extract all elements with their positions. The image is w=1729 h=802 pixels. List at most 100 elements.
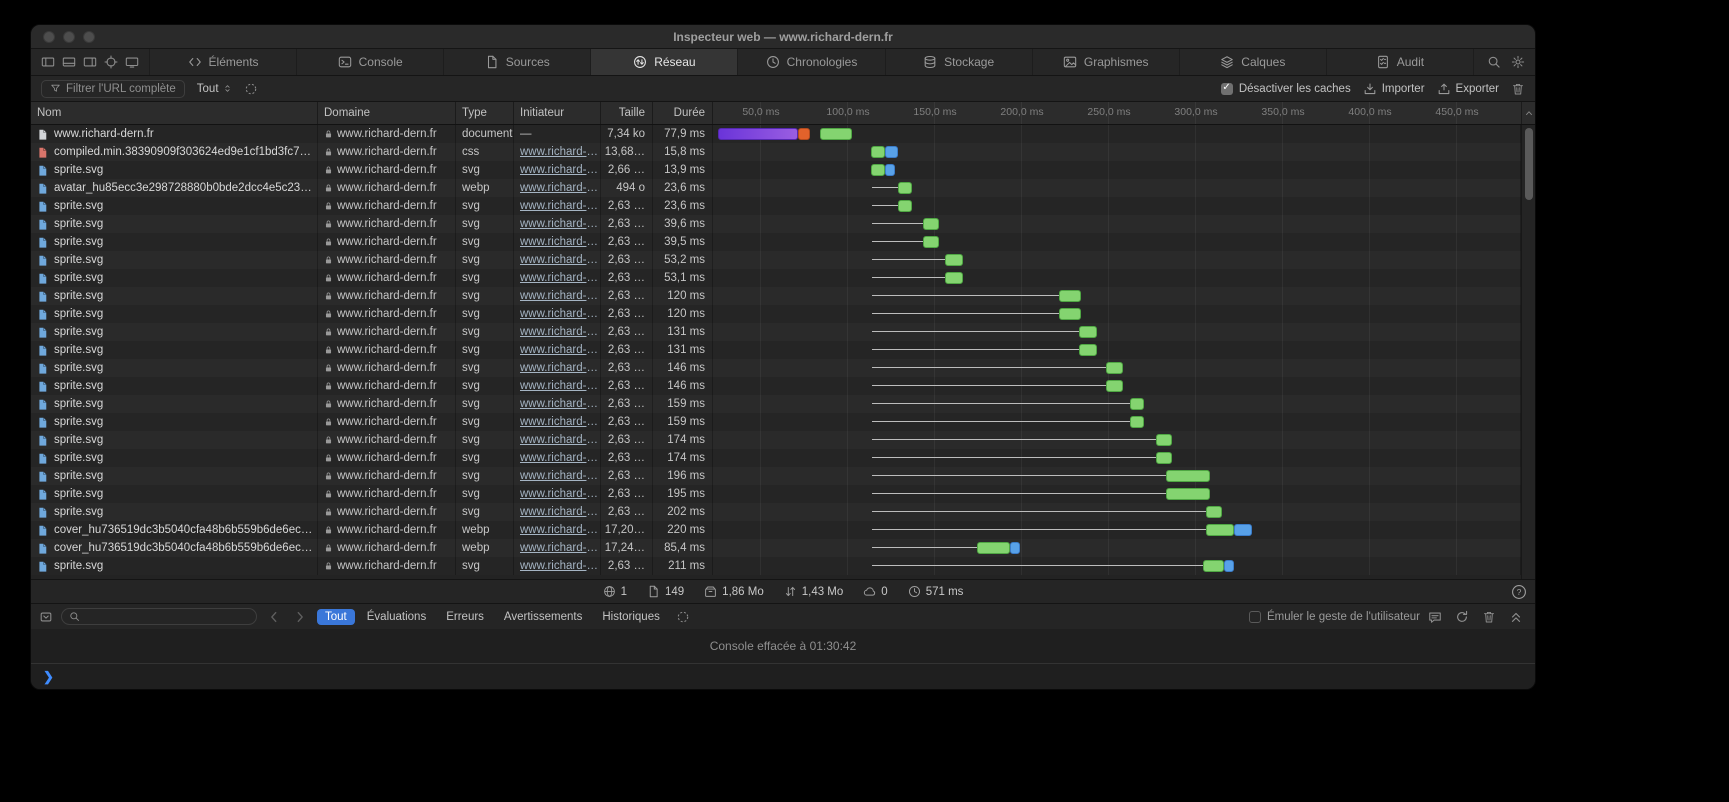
initiator-link[interactable]: www.richard-d… <box>520 524 600 536</box>
initiator-link[interactable]: www.richard-d… <box>520 452 600 464</box>
network-request-row[interactable]: sprite.svg www.richard-dern.fr svg www.r… <box>31 377 1521 395</box>
column-header-taille[interactable]: Taille <box>601 102 653 124</box>
initiator-link[interactable]: www.richard-d… <box>520 254 600 266</box>
network-request-row[interactable]: sprite.svg www.richard-dern.fr svg www.r… <box>31 503 1521 521</box>
console-back-button[interactable] <box>265 610 283 624</box>
initiator-link[interactable]: www.richard-d… <box>520 398 600 410</box>
network-request-row[interactable]: www.richard-dern.fr www.richard-dern.fr … <box>31 125 1521 143</box>
tab-calques[interactable]: Calques <box>1179 49 1326 75</box>
console-reload-icon[interactable] <box>1455 610 1469 624</box>
console-clear-filter-icon[interactable] <box>676 610 690 624</box>
console-prompt[interactable]: ❯ <box>31 663 1535 689</box>
network-request-row[interactable]: avatar_hu85ecc3e298728880b0bde2dcc4e5c23… <box>31 179 1521 197</box>
import-button[interactable]: Importer <box>1363 82 1425 96</box>
console-search-input[interactable] <box>61 608 257 625</box>
tab-graphismes[interactable]: Graphismes <box>1032 49 1179 75</box>
network-request-row[interactable]: cover_hu736519dc3b5040cfa48b6b559b6de6ec… <box>31 539 1521 557</box>
console-scope-tout[interactable]: Tout <box>317 609 355 625</box>
initiator-link[interactable]: www.richard-d… <box>520 218 600 230</box>
initiator-link[interactable]: www.richard-d… <box>520 362 600 374</box>
initiator-link[interactable]: www.richard-d… <box>520 380 600 392</box>
clear-network-trash-icon[interactable] <box>1511 82 1525 96</box>
network-request-row[interactable]: sprite.svg www.richard-dern.fr svg www.r… <box>31 305 1521 323</box>
dock-bottom-icon[interactable] <box>60 53 78 71</box>
tab-sources[interactable]: Sources <box>443 49 590 75</box>
tab-audit[interactable]: Audit <box>1326 49 1473 75</box>
initiator-link[interactable]: www.richard-d… <box>520 560 600 572</box>
console-scope-evaluations[interactable]: Évaluations <box>359 609 434 625</box>
network-request-row[interactable]: sprite.svg www.richard-dern.fr svg www.r… <box>31 269 1521 287</box>
disable-caches-checkbox[interactable]: Désactiver les caches <box>1221 83 1351 95</box>
initiator-link[interactable]: www.richard-d… <box>520 200 600 212</box>
network-request-row[interactable]: sprite.svg www.richard-dern.fr svg www.r… <box>31 251 1521 269</box>
network-request-row[interactable]: sprite.svg www.richard-dern.fr svg www.r… <box>31 161 1521 179</box>
console-forward-button[interactable] <box>291 610 309 624</box>
network-request-row[interactable]: sprite.svg www.richard-dern.fr svg www.r… <box>31 215 1521 233</box>
network-request-row[interactable]: sprite.svg www.richard-dern.fr svg www.r… <box>31 233 1521 251</box>
help-button[interactable] <box>1511 584 1527 600</box>
device-settings-icon[interactable] <box>123 53 141 71</box>
export-button[interactable]: Exporter <box>1437 82 1499 96</box>
initiator-link[interactable]: www.richard-d… <box>520 236 600 248</box>
minimize-window-button[interactable] <box>63 31 75 43</box>
initiator-link[interactable]: www.richard-d… <box>520 506 600 518</box>
initiator-link[interactable]: www.richard-d… <box>520 290 600 302</box>
initiator-link[interactable]: www.richard-d… <box>520 344 600 356</box>
dock-right-icon[interactable] <box>81 53 99 71</box>
console-scope-historiques[interactable]: Historiques <box>594 609 668 625</box>
vertical-scrollbar[interactable] <box>1521 125 1535 579</box>
scrollbar-thumb[interactable] <box>1525 128 1533 200</box>
network-request-row[interactable]: sprite.svg www.richard-dern.fr svg www.r… <box>31 485 1521 503</box>
initiator-link[interactable]: www.richard-d… <box>520 272 600 284</box>
network-request-row[interactable]: sprite.svg www.richard-dern.fr svg www.r… <box>31 449 1521 467</box>
console-collapse-icon[interactable] <box>1509 610 1523 624</box>
initiator-link[interactable]: www.richard-d… <box>520 308 600 320</box>
network-request-row[interactable]: sprite.svg www.richard-dern.fr svg www.r… <box>31 323 1521 341</box>
initiator-link[interactable]: www.richard-d… <box>520 164 600 176</box>
tab-console[interactable]: Console <box>296 49 443 75</box>
zoom-window-button[interactable] <box>83 31 95 43</box>
network-request-row[interactable]: sprite.svg www.richard-dern.fr svg www.r… <box>31 395 1521 413</box>
url-filter-input[interactable]: Filtrer l'URL complète <box>41 80 185 98</box>
console-messages-icon[interactable] <box>1428 610 1442 624</box>
tab-reseau[interactable]: Réseau <box>590 49 737 75</box>
initiator-link[interactable]: www.richard-d… <box>520 542 600 554</box>
gear-icon[interactable] <box>1511 55 1525 69</box>
column-header-type[interactable]: Type <box>456 102 514 124</box>
network-request-row[interactable]: sprite.svg www.richard-dern.fr svg www.r… <box>31 197 1521 215</box>
console-scope-erreurs[interactable]: Erreurs <box>438 609 492 625</box>
column-header-nom[interactable]: Nom <box>31 102 318 124</box>
initiator-link[interactable]: www.richard-d… <box>520 182 600 194</box>
emulate-user-gesture-checkbox[interactable]: Émuler le geste de l'utilisateur <box>1249 611 1420 623</box>
search-icon[interactable] <box>1487 55 1501 69</box>
initiator-link[interactable]: www.richard-d… <box>520 326 600 338</box>
network-request-row[interactable]: sprite.svg www.richard-dern.fr svg www.r… <box>31 341 1521 359</box>
initiator-link[interactable]: www.richard-d… <box>520 146 600 158</box>
console-trash-icon[interactable] <box>1482 610 1496 624</box>
initiator-link[interactable]: www.richard-d… <box>520 416 600 428</box>
initiator-link[interactable]: www.richard-d… <box>520 470 600 482</box>
network-request-row[interactable]: sprite.svg www.richard-dern.fr svg www.r… <box>31 557 1521 575</box>
element-picker-icon[interactable] <box>102 53 120 71</box>
column-header-domaine[interactable]: Domaine <box>318 102 456 124</box>
column-header-durée[interactable]: Durée <box>653 102 713 124</box>
network-request-row[interactable]: compiled.min.38390909f303624ed9e1cf1bd3f… <box>31 143 1521 161</box>
column-header-initiateur[interactable]: Initiateur <box>514 102 601 124</box>
initiator-link[interactable]: www.richard-d… <box>520 488 600 500</box>
network-request-row[interactable]: sprite.svg www.richard-dern.fr svg www.r… <box>31 467 1521 485</box>
network-request-row[interactable]: cover_hu736519dc3b5040cfa48b6b559b6de6ec… <box>31 521 1521 539</box>
tab-elements[interactable]: Éléments <box>149 49 296 75</box>
network-request-row[interactable]: sprite.svg www.richard-dern.fr svg www.r… <box>31 431 1521 449</box>
network-request-row[interactable]: sprite.svg www.richard-dern.fr svg www.r… <box>31 359 1521 377</box>
close-window-button[interactable] <box>43 31 55 43</box>
tab-chronologies[interactable]: Chronologies <box>737 49 884 75</box>
clear-filter-icon[interactable] <box>244 82 258 96</box>
tab-stockage[interactable]: Stockage <box>885 49 1032 75</box>
scroll-to-top-button[interactable] <box>1521 102 1535 124</box>
dock-left-icon[interactable] <box>39 53 57 71</box>
network-request-row[interactable]: sprite.svg www.richard-dern.fr svg www.r… <box>31 287 1521 305</box>
console-scope-avertissements[interactable]: Avertissements <box>496 609 590 625</box>
console-context-picker-icon[interactable] <box>39 610 53 624</box>
resource-type-dropdown[interactable]: Tout <box>197 83 232 95</box>
network-request-row[interactable]: sprite.svg www.richard-dern.fr svg www.r… <box>31 413 1521 431</box>
